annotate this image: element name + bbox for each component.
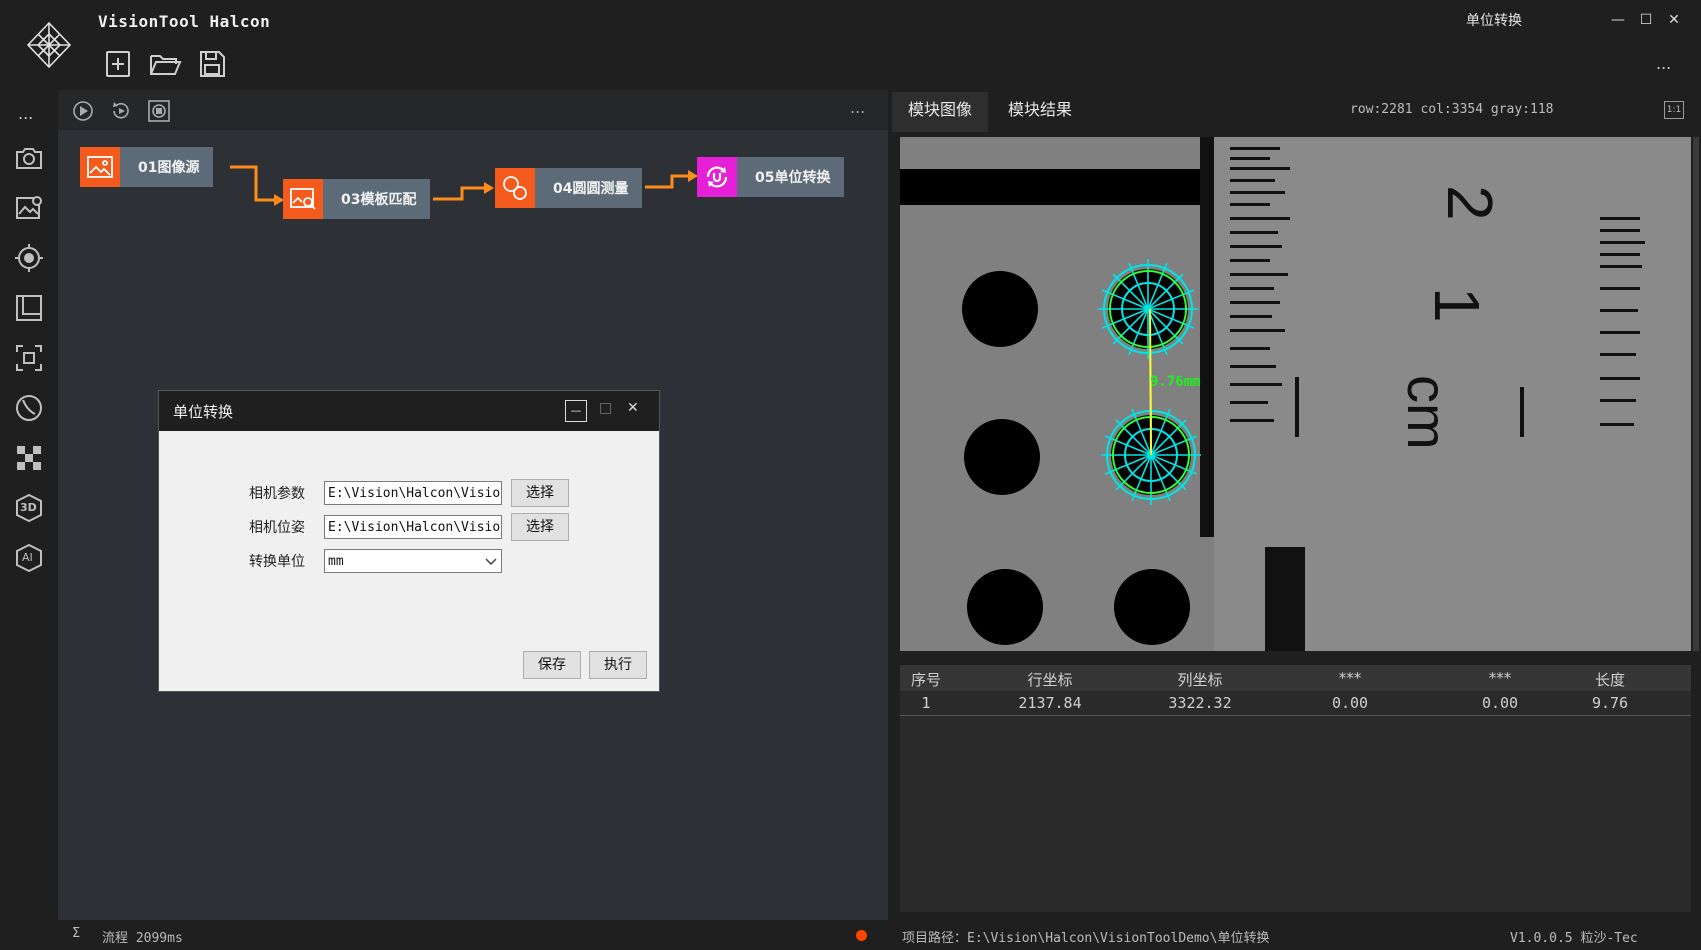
maximize-button[interactable]: ☐ — [1634, 8, 1658, 32]
zoom-1to1-button[interactable]: 1:1 — [1664, 101, 1684, 119]
minimize-button[interactable]: — — [1606, 8, 1630, 32]
table-header: 序号 行坐标 列坐标 *** *** 长度 — [900, 665, 1691, 691]
col-index: 序号 — [910, 671, 941, 689]
camera-params-select-button[interactable]: 选择 — [511, 479, 569, 507]
flow-node-label: 04圆圆测量 — [535, 168, 643, 208]
window-title: 单位转换 — [1466, 13, 1522, 29]
save-button[interactable]: 保存 — [523, 651, 581, 679]
zoom-label: 1:1 — [1666, 105, 1682, 115]
unit-label: 转换单位 — [249, 554, 305, 570]
camera-params-label: 相机参数 — [249, 486, 305, 502]
ruler-number-2: 2 — [1434, 185, 1506, 221]
cell-index: 1 — [921, 694, 931, 712]
image-viewer[interactable]: 2 1 cm 9.76mm — [900, 137, 1691, 651]
unit-convert-icon — [697, 157, 737, 197]
version-text: V1.0.0.5 粒沙-Tec — [1510, 931, 1638, 946]
ai-icon[interactable]: AI — [13, 542, 45, 574]
unit-select[interactable]: mm — [324, 549, 502, 573]
3d-icon-label: 3D — [20, 501, 37, 514]
dialog-title: 单位转换 — [173, 403, 234, 421]
flow-node-unit-convert[interactable]: 05单位转换 — [697, 157, 845, 197]
ai-icon-label: AI — [22, 551, 33, 564]
table-row[interactable]: 1 2137.84 3322.32 0.00 0.00 9.76 — [900, 691, 1691, 716]
focus-icon[interactable] — [13, 342, 45, 374]
flow-node-circle-measure[interactable]: 04圆圆测量 — [495, 168, 643, 208]
flow-node-label: 01图像源 — [120, 147, 214, 187]
flow-node-image-source[interactable]: 01图像源 — [80, 147, 214, 187]
image-search-icon — [283, 179, 323, 219]
chevron-down-icon — [485, 558, 497, 566]
tab-module-result[interactable]: 模块结果 — [992, 92, 1088, 132]
cell-row: 2137.84 — [1018, 694, 1082, 712]
flow-node-label: 03模板匹配 — [323, 179, 431, 219]
image-scrollbar[interactable] — [1693, 137, 1699, 651]
flow-node-template-match[interactable]: 03模板匹配 — [283, 179, 431, 219]
camera-pose-label: 相机位姿 — [249, 520, 305, 536]
cell-length: 9.76 — [1591, 694, 1629, 712]
dialog-close-button[interactable]: ✕ — [627, 400, 639, 416]
pixel-readout: row:2281 col:3354 gray:118 — [1350, 102, 1554, 117]
dialog-titlebar[interactable]: 单位转换 — □ ✕ — [159, 391, 659, 431]
run-button[interactable]: 执行 — [589, 651, 647, 679]
more-menu-icon[interactable]: ... — [1656, 54, 1671, 73]
sigma-icon: Σ — [72, 926, 81, 941]
dialog-minimize-button[interactable]: — — [565, 400, 587, 422]
measure-icon[interactable] — [13, 392, 45, 424]
camera-pose-input[interactable]: E:\Vision\Halcon\Visio — [324, 515, 502, 539]
measurement-label: 9.76mm — [1150, 374, 1201, 390]
project-path: 项目路径：E:\Vision\Halcon\VisionToolDemo\单位转… — [902, 931, 1270, 946]
status-dot — [856, 930, 867, 941]
3d-icon[interactable]: 3D — [13, 492, 45, 524]
flow-node-label: 05单位转换 — [737, 157, 845, 197]
unit-convert-dialog: 单位转换 — □ ✕ 相机参数 E:\Vision\Halcon\Visio 选… — [158, 390, 660, 692]
image-icon — [80, 147, 120, 187]
tab-module-image[interactable]: 模块图像 — [892, 92, 989, 132]
col-length: 长度 — [1594, 671, 1625, 689]
ruler-cm-label: cm — [1396, 375, 1459, 450]
pattern-icon[interactable] — [13, 442, 45, 474]
col-col: 列坐标 — [1177, 671, 1223, 689]
unit-select-value: mm — [328, 554, 344, 569]
ruler-number-1: 1 — [1421, 287, 1493, 323]
dialog-maximize-button[interactable]: □ — [599, 400, 612, 416]
gallery-icon[interactable] — [13, 292, 45, 324]
flow-status-bar: Σ 流程 2099ms — [58, 920, 888, 950]
target-icon[interactable] — [13, 242, 45, 274]
col-a: *** — [1338, 669, 1362, 687]
col-row: 行坐标 — [1027, 671, 1073, 689]
cell-col: 3322.32 — [1168, 694, 1232, 712]
circles-icon — [495, 168, 535, 208]
camera-params-input[interactable]: E:\Vision\Halcon\Visio — [324, 481, 502, 505]
cell-a: 0.00 — [1331, 694, 1369, 712]
project-status-bar: 项目路径：E:\Vision\Halcon\VisionToolDemo\单位转… — [892, 920, 1701, 950]
flow-time-text: 流程 2099ms — [102, 931, 183, 946]
close-button[interactable]: ✕ — [1662, 8, 1686, 32]
calibration-image: 2 1 cm 9.76mm — [900, 137, 1691, 651]
camera-pose-select-button[interactable]: 选择 — [511, 513, 569, 541]
